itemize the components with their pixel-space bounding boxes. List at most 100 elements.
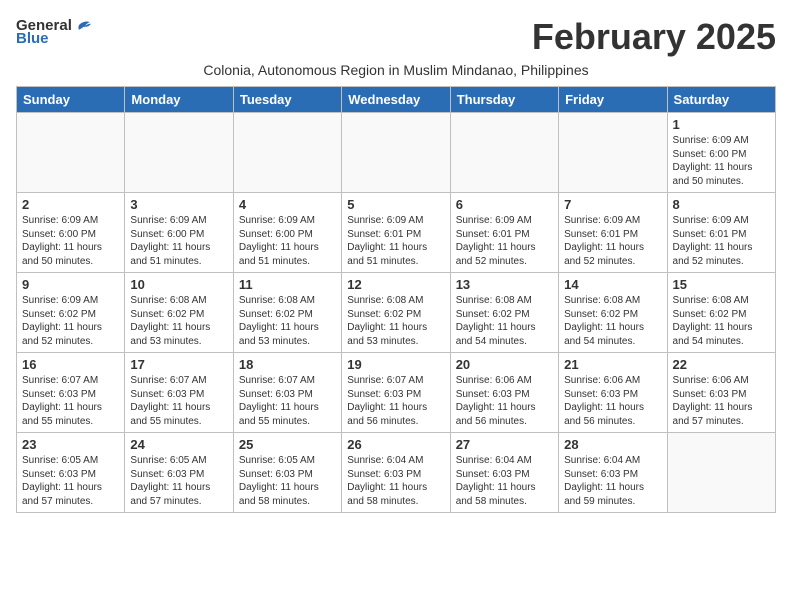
- subtitle: Colonia, Autonomous Region in Muslim Min…: [16, 62, 776, 78]
- day-number: 2: [22, 197, 119, 212]
- calendar-cell: 13 Sunrise: 6:08 AM Sunset: 6:02 PM Dayli…: [450, 273, 558, 353]
- calendar-cell: 28Sunrise: 6:04 AM Sunset: 6:03 PM Dayli…: [559, 433, 667, 513]
- day-info: Sunrise: 6:08 AM Sunset: 6:02 PM Dayligh…: [456, 294, 553, 348]
- day-info: Sunrise: 6:04 AM Sunset: 6:03 PM Dayligh…: [347, 454, 444, 508]
- day-number: 5: [347, 197, 444, 212]
- weekday-header-sunday: Sunday: [17, 87, 125, 113]
- calendar-cell: [233, 113, 341, 193]
- day-number: 28: [564, 437, 661, 452]
- month-title: February 2025: [532, 16, 776, 58]
- day-number: 21: [564, 357, 661, 372]
- day-info: Sunrise: 6:08 AM Sunset: 6:02 PM Dayligh…: [347, 294, 444, 348]
- day-info: Sunrise: 6:07 AM Sunset: 6:03 PM Dayligh…: [239, 374, 336, 428]
- calendar-cell: 21 Sunrise: 6:06 AM Sunset: 6:03 PM Dayli…: [559, 353, 667, 433]
- day-number: 3: [130, 197, 227, 212]
- day-info: Sunrise: 6:08 AM Sunset: 6:02 PM Dayligh…: [564, 294, 661, 348]
- day-info: Sunrise: 6:07 AM Sunset: 6:03 PM Dayligh…: [347, 374, 444, 428]
- calendar-cell: [125, 113, 233, 193]
- logo-bird-icon: [73, 16, 91, 34]
- calendar-cell: 18 Sunrise: 6:07 AM Sunset: 6:03 PM Dayli…: [233, 353, 341, 433]
- day-number: 27: [456, 437, 553, 452]
- week-row-0: 1Sunrise: 6:09 AM Sunset: 6:00 PM Daylig…: [17, 113, 776, 193]
- day-number: 18: [239, 357, 336, 372]
- day-number: 1: [673, 117, 770, 132]
- day-number: 4: [239, 197, 336, 212]
- week-row-2: 9 Sunrise: 6:09 AM Sunset: 6:02 PM Daylig…: [17, 273, 776, 353]
- calendar-cell: [667, 433, 775, 513]
- calendar-cell: 19 Sunrise: 6:07 AM Sunset: 6:03 PM Dayli…: [342, 353, 450, 433]
- day-info: Sunrise: 6:05 AM Sunset: 6:03 PM Dayligh…: [239, 454, 336, 508]
- week-row-1: 2 Sunrise: 6:09 AM Sunset: 6:00 PM Daylig…: [17, 193, 776, 273]
- day-number: 9: [22, 277, 119, 292]
- calendar-cell: 26 Sunrise: 6:04 AM Sunset: 6:03 PM Dayli…: [342, 433, 450, 513]
- day-number: 8: [673, 197, 770, 212]
- day-info: Sunrise: 6:09 AM Sunset: 6:02 PM Dayligh…: [22, 294, 119, 348]
- calendar-cell: [450, 113, 558, 193]
- day-info: Sunrise: 6:08 AM Sunset: 6:02 PM Dayligh…: [239, 294, 336, 348]
- calendar-cell: 4 Sunrise: 6:09 AM Sunset: 6:00 PM Daylig…: [233, 193, 341, 273]
- day-info: Sunrise: 6:08 AM Sunset: 6:02 PM Dayligh…: [673, 294, 770, 348]
- day-number: 22: [673, 357, 770, 372]
- calendar-cell: 2 Sunrise: 6:09 AM Sunset: 6:00 PM Daylig…: [17, 193, 125, 273]
- calendar-cell: [342, 113, 450, 193]
- day-info: Sunrise: 6:06 AM Sunset: 6:03 PM Dayligh…: [673, 374, 770, 428]
- calendar-cell: [559, 113, 667, 193]
- calendar-cell: 8Sunrise: 6:09 AM Sunset: 6:01 PM Daylig…: [667, 193, 775, 273]
- calendar-cell: 25 Sunrise: 6:05 AM Sunset: 6:03 PM Dayli…: [233, 433, 341, 513]
- day-info: Sunrise: 6:09 AM Sunset: 6:00 PM Dayligh…: [130, 214, 227, 268]
- calendar-cell: 9 Sunrise: 6:09 AM Sunset: 6:02 PM Daylig…: [17, 273, 125, 353]
- day-info: Sunrise: 6:09 AM Sunset: 6:00 PM Dayligh…: [239, 214, 336, 268]
- day-info: Sunrise: 6:05 AM Sunset: 6:03 PM Dayligh…: [22, 454, 119, 508]
- day-number: 15: [673, 277, 770, 292]
- header: General Blue February 2025: [16, 16, 776, 58]
- day-number: 16: [22, 357, 119, 372]
- weekday-header-friday: Friday: [559, 87, 667, 113]
- day-number: 24: [130, 437, 227, 452]
- day-info: Sunrise: 6:08 AM Sunset: 6:02 PM Dayligh…: [130, 294, 227, 348]
- day-number: 10: [130, 277, 227, 292]
- week-row-4: 23 Sunrise: 6:05 AM Sunset: 6:03 PM Dayli…: [17, 433, 776, 513]
- calendar-cell: 17 Sunrise: 6:07 AM Sunset: 6:03 PM Dayli…: [125, 353, 233, 433]
- day-info: Sunrise: 6:06 AM Sunset: 6:03 PM Dayligh…: [456, 374, 553, 428]
- calendar-cell: 12 Sunrise: 6:08 AM Sunset: 6:02 PM Dayli…: [342, 273, 450, 353]
- calendar-cell: [17, 113, 125, 193]
- day-number: 12: [347, 277, 444, 292]
- calendar-cell: 3 Sunrise: 6:09 AM Sunset: 6:00 PM Daylig…: [125, 193, 233, 273]
- day-info: Sunrise: 6:09 AM Sunset: 6:01 PM Dayligh…: [564, 214, 661, 268]
- weekday-header-thursday: Thursday: [450, 87, 558, 113]
- day-number: 14: [564, 277, 661, 292]
- day-number: 7: [564, 197, 661, 212]
- weekday-header-monday: Monday: [125, 87, 233, 113]
- day-number: 19: [347, 357, 444, 372]
- calendar-cell: 27Sunrise: 6:04 AM Sunset: 6:03 PM Dayli…: [450, 433, 558, 513]
- weekday-header-tuesday: Tuesday: [233, 87, 341, 113]
- day-number: 6: [456, 197, 553, 212]
- calendar-cell: 14 Sunrise: 6:08 AM Sunset: 6:02 PM Dayli…: [559, 273, 667, 353]
- calendar-cell: 1Sunrise: 6:09 AM Sunset: 6:00 PM Daylig…: [667, 113, 775, 193]
- day-info: Sunrise: 6:09 AM Sunset: 6:00 PM Dayligh…: [22, 214, 119, 268]
- day-number: 13: [456, 277, 553, 292]
- calendar-cell: 15 Sunrise: 6:08 AM Sunset: 6:02 PM Dayli…: [667, 273, 775, 353]
- calendar-cell: 10 Sunrise: 6:08 AM Sunset: 6:02 PM Dayli…: [125, 273, 233, 353]
- calendar-cell: 22 Sunrise: 6:06 AM Sunset: 6:03 PM Dayli…: [667, 353, 775, 433]
- day-number: 25: [239, 437, 336, 452]
- calendar-cell: 16Sunrise: 6:07 AM Sunset: 6:03 PM Dayli…: [17, 353, 125, 433]
- day-number: 17: [130, 357, 227, 372]
- logo-blue: Blue: [16, 30, 49, 47]
- weekday-header-saturday: Saturday: [667, 87, 775, 113]
- day-number: 23: [22, 437, 119, 452]
- weekday-header-row: SundayMondayTuesdayWednesdayThursdayFrid…: [17, 87, 776, 113]
- day-info: Sunrise: 6:06 AM Sunset: 6:03 PM Dayligh…: [564, 374, 661, 428]
- day-info: Sunrise: 6:09 AM Sunset: 6:01 PM Dayligh…: [347, 214, 444, 268]
- day-number: 26: [347, 437, 444, 452]
- calendar-cell: 5 Sunrise: 6:09 AM Sunset: 6:01 PM Daylig…: [342, 193, 450, 273]
- day-info: Sunrise: 6:09 AM Sunset: 6:01 PM Dayligh…: [456, 214, 553, 268]
- calendar-cell: 7 Sunrise: 6:09 AM Sunset: 6:01 PM Daylig…: [559, 193, 667, 273]
- weekday-header-wednesday: Wednesday: [342, 87, 450, 113]
- day-info: Sunrise: 6:07 AM Sunset: 6:03 PM Dayligh…: [130, 374, 227, 428]
- calendar-cell: 24Sunrise: 6:05 AM Sunset: 6:03 PM Dayli…: [125, 433, 233, 513]
- logo: General Blue: [16, 16, 91, 47]
- week-row-3: 16 Sunrise: 6:07 AM Sunset: 6:03 PM Dayli…: [17, 353, 776, 433]
- calendar-cell: 6 Sunrise: 6:09 AM Sunset: 6:01 PM Daylig…: [450, 193, 558, 273]
- day-number: 20: [456, 357, 553, 372]
